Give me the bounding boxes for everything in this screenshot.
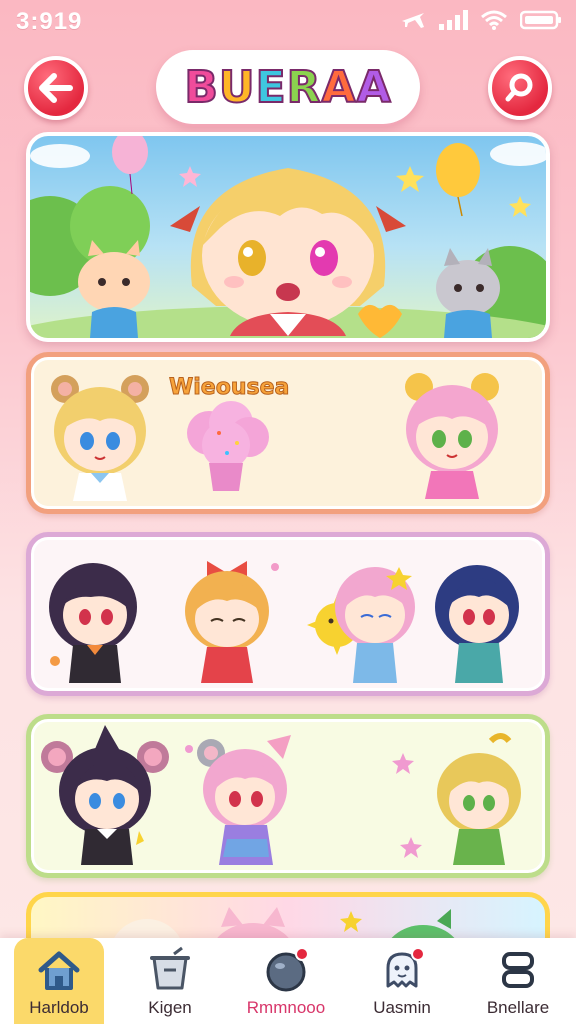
status-bar: 3:919	[0, 0, 576, 44]
nav-label-kigen: Kigen	[148, 998, 192, 1017]
nav-item-bnellare[interactable]: Bnellare	[468, 938, 568, 1024]
ball-icon	[266, 947, 309, 992]
nav-label-rmmnooo: Rmmnooo	[246, 998, 326, 1017]
back-button[interactable]	[24, 56, 88, 120]
character-group-illustration	[49, 561, 519, 683]
logo-text: BUERAA	[183, 61, 392, 114]
character-card-2[interactable]	[26, 532, 550, 696]
logo-letter: A	[356, 61, 392, 114]
logo-letter: A	[321, 61, 357, 114]
stack-icon	[502, 952, 534, 988]
airplane-icon	[402, 13, 424, 28]
logo-letter: R	[286, 61, 322, 114]
nav-item-home[interactable]: Harldob	[14, 938, 104, 1024]
logo-letter: U	[218, 61, 256, 114]
ghost-icon	[386, 947, 425, 988]
notification-badge	[295, 947, 309, 961]
pink-hair-girl-character	[405, 373, 499, 499]
bottom-navigation: Harldob Kigen Rmmnooo Uasmin Bnellare	[0, 938, 576, 1024]
notification-badge	[411, 947, 425, 961]
wifi-icon	[481, 10, 507, 30]
arrow-left-icon	[39, 73, 73, 103]
nav-item-kigen[interactable]: Kigen	[120, 938, 220, 1024]
nav-label-uasmin: Uasmin	[373, 998, 431, 1017]
nav-item-uasmin[interactable]: Uasmin	[352, 938, 452, 1024]
character-card-3[interactable]	[26, 714, 550, 878]
nav-label-bnellare: Bnellare	[486, 998, 550, 1017]
bucket-icon	[150, 946, 190, 990]
status-time: 3:919	[16, 8, 83, 35]
cupcake-icon	[187, 401, 269, 491]
signal-icon	[439, 10, 468, 30]
status-icons	[400, 9, 562, 31]
logo-letter: E	[255, 61, 287, 114]
header: BUERAA	[0, 50, 576, 132]
nav-label-home: Harldob	[29, 998, 89, 1017]
app-logo: BUERAA	[156, 50, 420, 124]
character-group-illustration-2	[41, 725, 521, 865]
search-icon	[505, 73, 533, 102]
logo-letter: B	[183, 61, 219, 114]
nav-item-rmmnooo[interactable]: Rmmnooo	[236, 938, 336, 1024]
battery-icon	[520, 10, 561, 30]
home-icon	[38, 951, 80, 990]
character-card-1[interactable]: Wieousea	[26, 352, 550, 514]
bear-girl-character	[51, 375, 149, 501]
search-button[interactable]	[488, 56, 552, 120]
hero-illustration	[30, 136, 546, 338]
hero-banner-card[interactable]	[26, 132, 550, 342]
